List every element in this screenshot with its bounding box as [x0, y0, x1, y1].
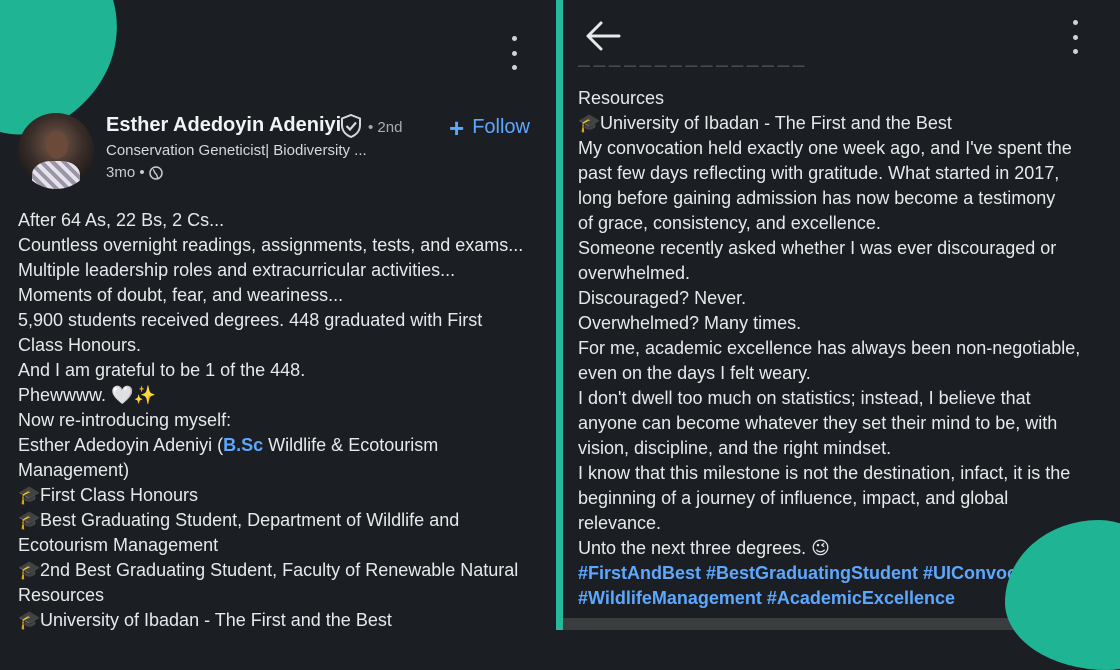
post-line: Management): [18, 460, 130, 480]
post-line: Ecotourism Management: [18, 535, 219, 555]
post-line: 🎓2nd Best Graduating Student, Faculty of…: [18, 558, 548, 583]
name-line-suffix: Wildlife & Ecotourism: [263, 435, 439, 455]
follow-button[interactable]: + Follow: [449, 112, 530, 143]
post-body-right: — — — — — — — — — — — — — — — Resources …: [578, 61, 1113, 611]
post-line: Someone recently asked whether I was eve…: [578, 238, 1057, 258]
post-line: 🎓Best Graduating Student, Department of …: [18, 508, 548, 533]
author-name[interactable]: Esther Adedoyin Adeniyi: [106, 114, 341, 137]
globe-icon: [148, 165, 163, 180]
post-line: past few days reflecting with gratitude.…: [578, 163, 1060, 183]
post-line-text: University of Ibadan - The First and the…: [40, 610, 392, 630]
post-line: Class Honours.: [18, 335, 142, 355]
graduation-cap-icon: 🎓: [18, 510, 41, 530]
author-headline: Conservation Geneticist| Biodiversity ..…: [106, 142, 367, 159]
post-line: even on the days I felt weary.: [578, 363, 811, 383]
post-line: anyone can become whatever they set thei…: [578, 413, 1058, 433]
post-line: My convocation held exactly one week ago…: [578, 138, 1072, 158]
post-line: 🎓University of Ibadan - The First and th…: [578, 111, 1113, 136]
post-line: Now re-introducing myself:: [18, 410, 232, 430]
graduation-cap-icon: 🎓: [578, 113, 601, 133]
post-line: Esther Adedoyin Adeniyi (B.Sc Wildlife &…: [18, 433, 548, 458]
post-line: vision, discipline, and the right mindse…: [578, 438, 892, 458]
post-line: And I am grateful to be 1 of the 448.: [18, 360, 306, 380]
post-line: overwhelmed.: [578, 263, 691, 283]
verified-shield-icon: [341, 114, 361, 138]
more-options-icon[interactable]: [512, 36, 518, 70]
post-line-text: University of Ibadan - The First and the…: [600, 113, 952, 133]
name-line-prefix: Esther Adedoyin Adeniyi (: [18, 435, 224, 455]
post-line: 5,900 students received degrees. 448 gra…: [18, 310, 483, 330]
post-age: 3mo •: [106, 164, 145, 181]
post-line: For me, academic excellence has always b…: [578, 338, 1081, 358]
plus-icon: +: [449, 112, 465, 143]
post-meta: 3mo •: [106, 164, 163, 181]
back-arrow-icon[interactable]: [583, 18, 623, 54]
post-line: Moments of doubt, fear, and weariness...: [18, 285, 344, 305]
post-line: I know that this milestone is not the de…: [578, 463, 1071, 483]
post-line-text: 2nd Best Graduating Student, Faculty of …: [40, 560, 519, 580]
post-line: After 64 As, 22 Bs, 2 Cs...: [18, 210, 225, 230]
post-line-text: First Class Honours: [40, 485, 199, 505]
post-line-text: Best Graduating Student, Department of W…: [40, 510, 460, 530]
post-line: beginning of a journey of influence, imp…: [578, 488, 1009, 508]
post-line: Discouraged? Never.: [578, 288, 747, 308]
post-line: Overwhelmed? Many times.: [578, 313, 802, 333]
follow-label: Follow: [472, 116, 530, 138]
post-line: I don't dwell too much on statistics; in…: [578, 388, 1031, 408]
post-body-left: After 64 As, 22 Bs, 2 Cs... Countless ov…: [18, 208, 548, 630]
graduation-cap-icon: 🎓: [18, 485, 41, 505]
bsc-link[interactable]: B.Sc: [223, 435, 263, 455]
graduation-cap-icon: 🎓: [18, 560, 41, 580]
post-line: Multiple leadership roles and extracurri…: [18, 260, 456, 280]
post-line: Resources: [18, 585, 105, 605]
post-line: 🎓First Class Honours: [18, 483, 548, 508]
panel-divider: [556, 0, 563, 630]
clipped-line: — — — — — — — — — — — — — — —: [578, 61, 805, 72]
graduation-cap-icon: 🎓: [18, 610, 41, 630]
post-line: 🎓University of Ibadan - The First and th…: [18, 608, 548, 630]
post-line: of grace, consistency, and excellence.: [578, 213, 881, 233]
post-line: Countless overnight readings, assignment…: [18, 235, 524, 255]
avatar[interactable]: [18, 113, 94, 189]
post-line: Phewwww. 🤍✨: [18, 385, 156, 405]
more-options-icon[interactable]: [1073, 20, 1079, 54]
post-line: relevance.: [578, 513, 662, 533]
left-post-panel: Esther Adedoyin Adeniyi • 2nd Conservati…: [0, 0, 556, 630]
connection-degree: • 2nd: [368, 119, 403, 136]
post-line: Resources: [578, 88, 665, 108]
post-line: long before gaining admission has now be…: [578, 188, 1056, 208]
